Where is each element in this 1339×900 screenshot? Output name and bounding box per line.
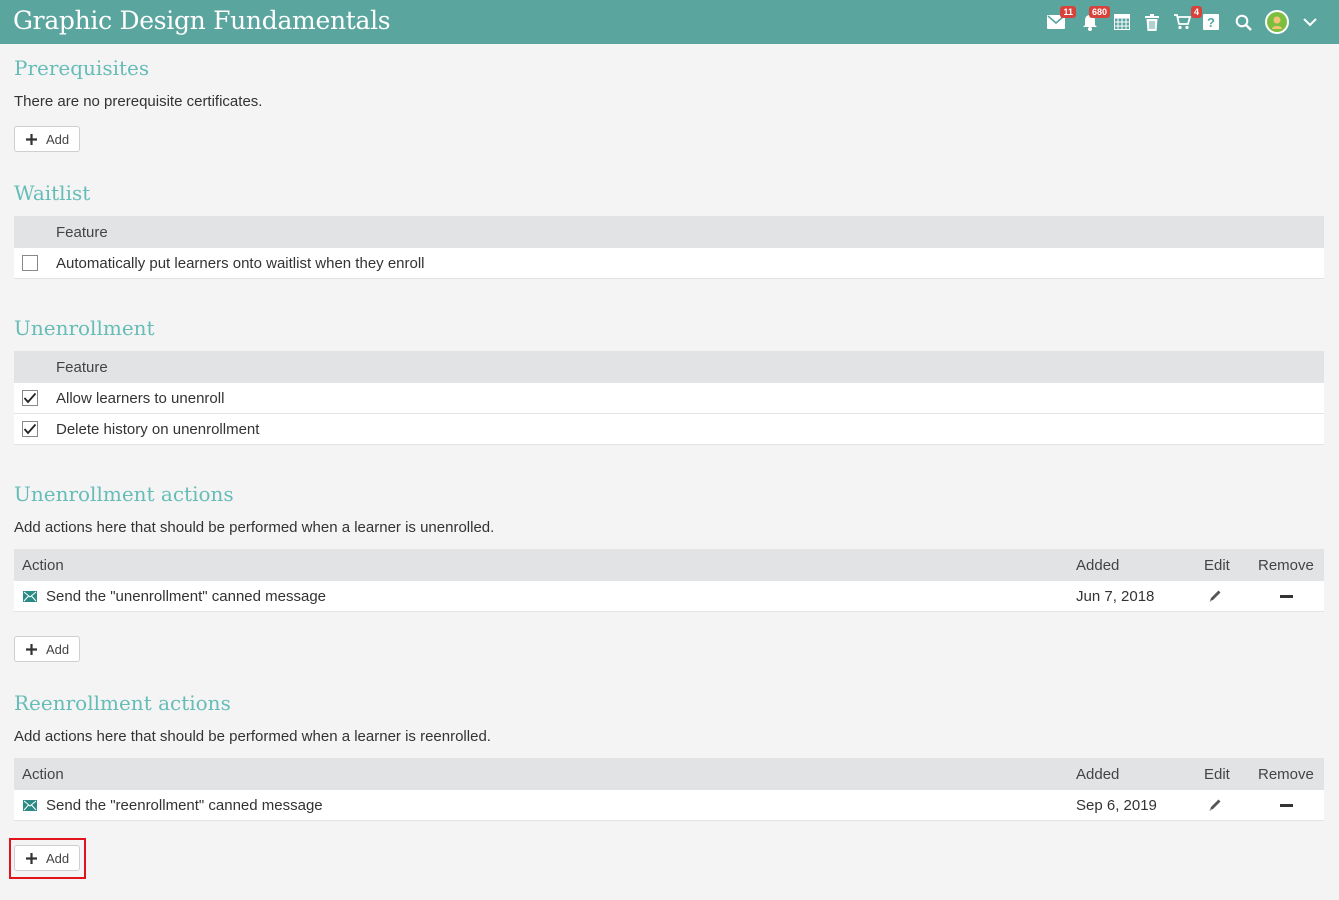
added-date: Sep 6, 2019: [1076, 796, 1157, 814]
svg-text:?: ?: [1207, 15, 1215, 30]
reenrollment-actions-table: Action Added Edit Remove Send the "reenr…: [14, 758, 1324, 821]
avatar[interactable]: [1265, 10, 1289, 34]
bell-icon[interactable]: 680: [1080, 6, 1110, 32]
delete-history-checkbox[interactable]: [22, 421, 38, 437]
unenrollment-actions-table: Action Added Edit Remove Send the "unenr…: [14, 549, 1324, 612]
cart-icon[interactable]: 4: [1172, 6, 1202, 32]
mail-icon[interactable]: 11: [1046, 6, 1076, 32]
minus-icon[interactable]: [1280, 581, 1293, 611]
remove-column-header: Remove: [1258, 556, 1314, 574]
unenrollment-actions-text: Add actions here that should be performe…: [14, 519, 495, 536]
help-icon[interactable]: ?: [1201, 12, 1221, 32]
allow-unenroll-checkbox[interactable]: [22, 390, 38, 406]
reenrollment-actions-text: Add actions here that should be performe…: [14, 728, 491, 745]
unenrollment-table: Feature Allow learners to unenroll Delet…: [14, 351, 1324, 445]
prerequisites-text: There are no prerequisite certificates.: [14, 93, 263, 110]
user-avatar-icon: [1267, 12, 1287, 32]
minus-icon[interactable]: [1280, 790, 1293, 820]
feature-column-header: Feature: [56, 223, 108, 241]
add-label: Add: [46, 641, 70, 657]
feature-label: Delete history on unenrollment: [56, 420, 260, 438]
table-header: Action Added Edit Remove: [14, 549, 1324, 581]
table-row: Send the "reenrollment" canned message S…: [14, 790, 1324, 821]
action-column-header: Action: [22, 556, 64, 574]
pencil-icon[interactable]: [1208, 790, 1222, 820]
edit-column-header: Edit: [1204, 556, 1230, 574]
search-icon[interactable]: [1233, 12, 1253, 32]
unenrollment-title: Unenrollment: [14, 316, 155, 340]
trash-icon[interactable]: [1142, 12, 1162, 32]
table-row: Automatically put learners onto waitlist…: [14, 248, 1324, 279]
top-bar: Graphic Design Fundamentals 11 680 4 ?: [0, 0, 1339, 44]
table-row: Delete history on unenrollment: [14, 414, 1324, 445]
table-header: Feature: [14, 216, 1324, 248]
add-unenrollment-action-button[interactable]: Add: [14, 636, 80, 662]
reenrollment-actions-title: Reenrollment actions: [14, 691, 231, 715]
plus-icon: [26, 133, 37, 145]
waitlist-checkbox[interactable]: [22, 255, 38, 271]
chevron-down-icon[interactable]: [1300, 12, 1320, 32]
envelope-icon: [23, 790, 37, 820]
calendar-icon[interactable]: [1112, 12, 1132, 32]
added-column-header: Added: [1076, 765, 1120, 783]
unenrollment-actions-title: Unenrollment actions: [14, 482, 234, 506]
remove-column-header: Remove: [1258, 765, 1314, 783]
added-date: Jun 7, 2018: [1076, 587, 1155, 605]
table-row: Allow learners to unenroll: [14, 383, 1324, 414]
check-icon: [23, 392, 37, 404]
table-row: Send the "unenrollment" canned message J…: [14, 581, 1324, 612]
added-column-header: Added: [1076, 556, 1120, 574]
envelope-icon: [23, 581, 37, 611]
feature-label: Allow learners to unenroll: [56, 389, 225, 407]
feature-label: Automatically put learners onto waitlist…: [56, 254, 425, 272]
notifications-badge: 680: [1088, 6, 1110, 18]
check-icon: [23, 423, 37, 435]
messages-badge: 11: [1060, 6, 1076, 18]
action-label: Send the "unenrollment" canned message: [46, 587, 326, 605]
highlight-box: [9, 838, 86, 879]
add-label: Add: [46, 131, 70, 147]
page-title: Graphic Design Fundamentals: [13, 6, 391, 35]
action-column-header: Action: [22, 765, 64, 783]
waitlist-table: Feature Automatically put learners onto …: [14, 216, 1324, 279]
add-prerequisite-button[interactable]: Add: [14, 126, 80, 152]
table-header: Action Added Edit Remove: [14, 758, 1324, 790]
plus-icon: [26, 643, 37, 655]
feature-column-header: Feature: [56, 358, 108, 376]
waitlist-title: Waitlist: [14, 181, 91, 205]
edit-column-header: Edit: [1204, 765, 1230, 783]
table-header: Feature: [14, 351, 1324, 383]
action-label: Send the "reenrollment" canned message: [46, 796, 323, 814]
prerequisites-title: Prerequisites: [14, 56, 150, 80]
pencil-icon[interactable]: [1208, 581, 1222, 611]
